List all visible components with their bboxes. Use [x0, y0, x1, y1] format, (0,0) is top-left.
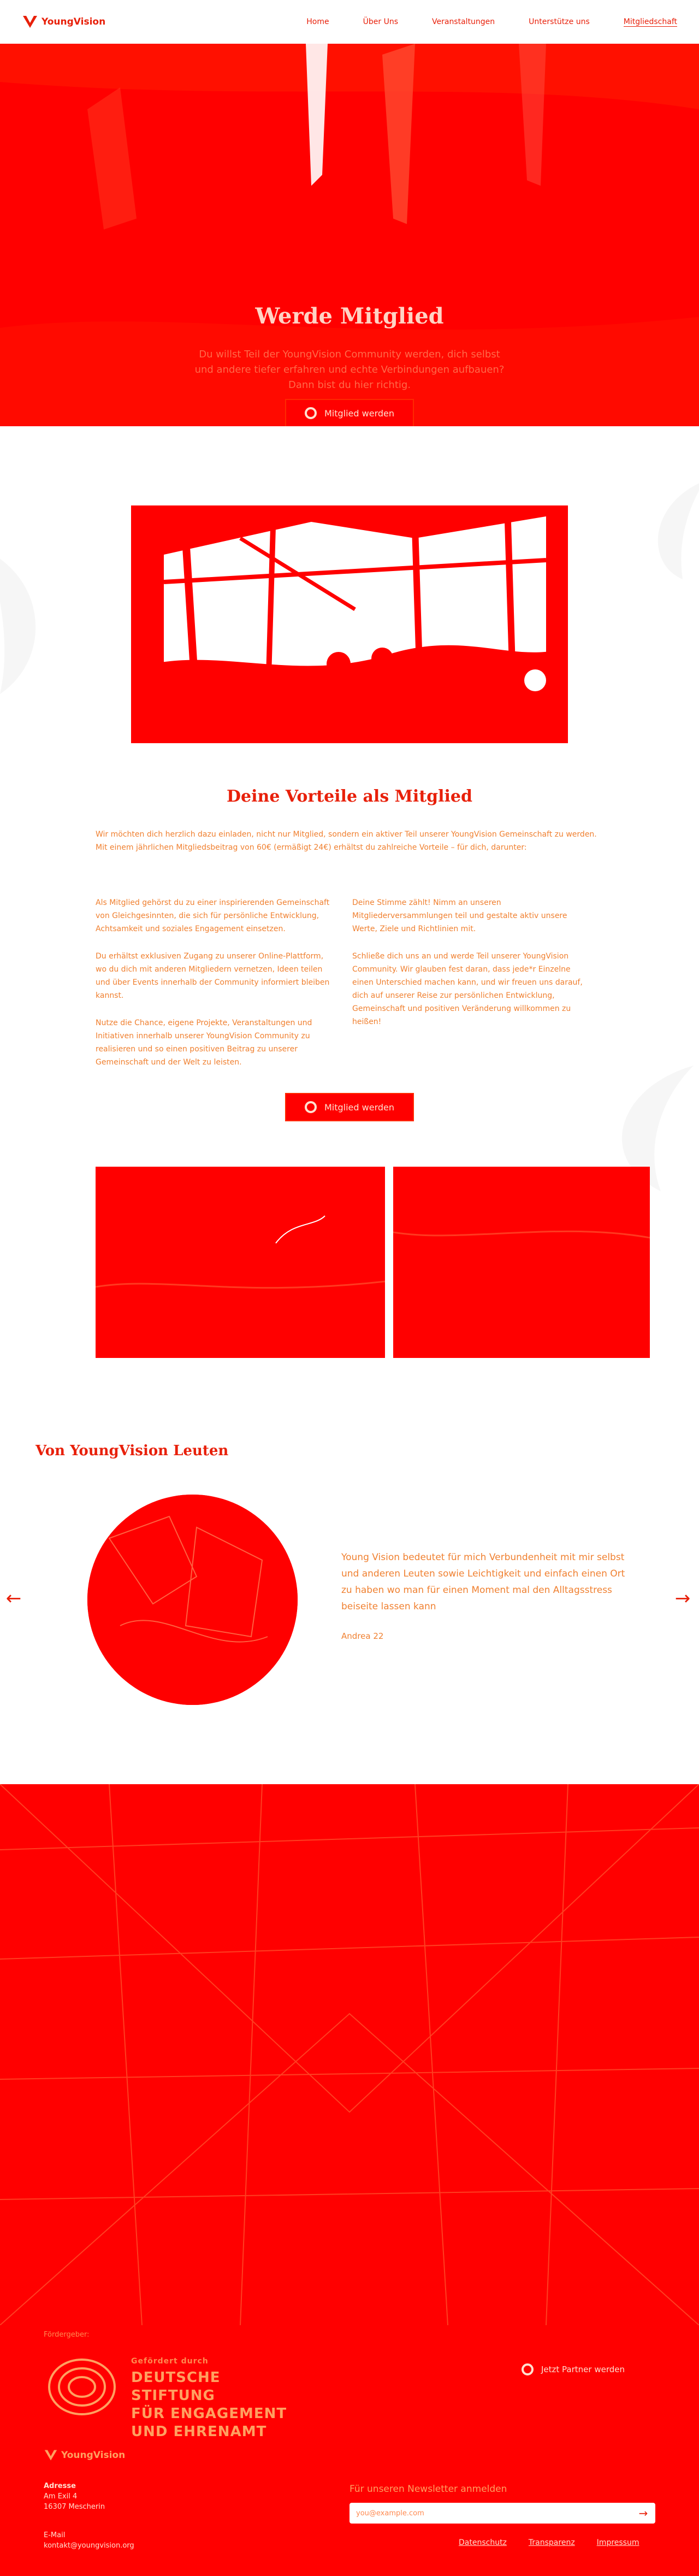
nav-home[interactable]: Home — [306, 17, 329, 27]
benefits-title: Deine Vorteile als Mitglied — [227, 787, 472, 806]
gallery-photo-left — [96, 1167, 385, 1358]
benefit-paragraph: Nutze die Chance, eigene Projekte, Veran… — [96, 1019, 312, 1067]
testimonial-quote: Young Vision bedeutet für mich Verbunden… — [341, 1552, 625, 1612]
email-link[interactable]: kontakt@youngvision.org — [44, 2540, 134, 2551]
funder-line: DEUTSCHE STIFTUNG — [131, 2369, 221, 2404]
benefits-intro: Wir möchten dich herzlich dazu einladen,… — [96, 830, 597, 852]
newsletter-email-input[interactable] — [350, 2503, 631, 2524]
funder-text: Gefördert durch DEUTSCHE STIFTUNG FÜR EN… — [131, 2357, 306, 2441]
address-line: 16307 Mescherin — [44, 2503, 105, 2511]
hero-title: Werde Mitglied — [255, 303, 444, 329]
funder-line: UND EHRENAMT — [131, 2424, 267, 2440]
link-datenschutz[interactable]: Datenschutz — [459, 2538, 507, 2547]
testimonial-photo — [87, 1495, 298, 1705]
become-partner-label: Jetzt Partner werden — [541, 2365, 625, 2374]
newsletter-label: Für unseren Newsletter anmelden — [350, 2484, 507, 2495]
arrow-right-icon[interactable]: → — [631, 2503, 655, 2524]
funder-emblem-icon — [48, 2359, 116, 2415]
hero-join-button-label: Mitglied werden — [324, 408, 395, 419]
footer: Fördergeber: Gefördert durch DEUTSCHE ST… — [0, 2325, 699, 2576]
email-label: E-Mail — [44, 2531, 66, 2539]
testimonial-author: Andrea 22 — [341, 1631, 384, 1641]
benefits-right-column: Deine Stimme zählt! Nimm an unseren Mitg… — [352, 896, 593, 1043]
funder-small-text: Gefördert durch — [131, 2357, 209, 2366]
footer-logo[interactable]: YoungVision — [44, 2448, 125, 2462]
benefit-paragraph: Schließe dich uns an und werde Teil unse… — [352, 952, 583, 1026]
hero-subtitle: Du willst Teil der YoungVision Community… — [194, 349, 505, 391]
leaf-watermark-icon — [657, 483, 699, 579]
ring-icon — [522, 2363, 534, 2375]
newsletter-form: → — [350, 2503, 655, 2524]
footer-address: Adresse Am Exil 4 16307 Mescherin — [44, 2481, 105, 2512]
logo-text: YoungVision — [42, 16, 106, 27]
benefit-paragraph: Deine Stimme zählt! Nimm an unseren Mitg… — [352, 898, 567, 933]
footer-links: Datenschutz Transparenz Impressum — [459, 2538, 639, 2547]
address-line: Am Exil 4 — [44, 2492, 78, 2501]
logo-icon — [44, 2450, 57, 2461]
gallery-photo-right — [393, 1167, 650, 1358]
benefit-paragraph: Als Mitglied gehörst du zu einer inspiri… — [96, 898, 330, 933]
footer-contact: E-Mail kontakt@youngvision.org — [44, 2530, 134, 2551]
ring-icon — [304, 407, 317, 419]
site-logo[interactable]: YoungVision — [22, 14, 105, 30]
address-label: Adresse — [44, 2482, 76, 2490]
nav-veranstaltungen[interactable]: Veranstaltungen — [432, 17, 495, 27]
funder-label: Fördergeber: — [44, 2331, 90, 2339]
funder-line: FÜR ENGAGEMENT — [131, 2406, 287, 2422]
nav-unterstuetze-uns[interactable]: Unterstütze uns — [529, 17, 590, 27]
link-impressum[interactable]: Impressum — [597, 2538, 639, 2547]
community-background-image — [0, 1784, 699, 2325]
benefits-join-button-label: Mitglied werden — [324, 1102, 395, 1113]
ring-icon — [304, 1101, 317, 1113]
arrow-left-icon[interactable]: ← — [3, 1587, 25, 1609]
nav-mitgliedschaft[interactable]: Mitgliedschaft — [623, 17, 677, 27]
benefits-join-button[interactable]: Mitglied werden — [285, 1093, 414, 1121]
benefits-photo — [131, 505, 568, 743]
leaf-watermark-icon — [0, 558, 36, 694]
top-navigation: YoungVision Home Über Uns Veranstaltunge… — [0, 0, 699, 44]
hero-section: Werde Mitglied Du willst Teil der YoungV… — [0, 44, 699, 426]
testimonials-title: Von YoungVision Leuten — [35, 1443, 229, 1459]
arrow-right-icon[interactable]: → — [672, 1587, 694, 1609]
hero-join-button[interactable]: Mitglied werden — [285, 399, 414, 426]
link-transparenz[interactable]: Transparenz — [529, 2538, 575, 2547]
funder-logo[interactable]: Gefördert durch DEUTSCHE STIFTUNG FÜR EN… — [44, 2347, 306, 2440]
become-partner-link[interactable]: Jetzt Partner werden — [522, 2363, 625, 2375]
logo-icon — [23, 16, 37, 28]
nav-links: Home Über Uns Veranstaltungen Unterstütz… — [306, 17, 677, 27]
benefit-paragraph: Du erhältst exklusiven Zugang zu unserer… — [96, 952, 330, 1000]
footer-logo-text: YoungVision — [61, 2450, 126, 2461]
benefits-left-column: Als Mitglied gehörst du zu einer inspiri… — [96, 896, 336, 1083]
nav-ueber-uns[interactable]: Über Uns — [363, 17, 398, 27]
